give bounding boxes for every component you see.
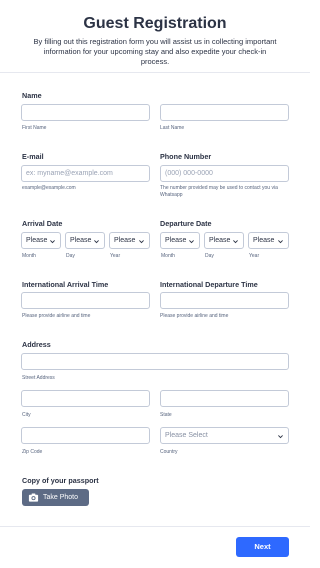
address-label: Address	[22, 340, 51, 349]
departure-year-select[interactable]: Please	[248, 232, 289, 249]
phone-placeholder: (000) 000-0000	[165, 170, 213, 177]
departure-date-label: Departure Date	[160, 219, 212, 228]
chevron-down-icon	[94, 240, 99, 244]
country-select[interactable]: Please Select	[160, 427, 289, 444]
phone-input[interactable]: (000) 000-0000	[160, 165, 289, 182]
passport-label: Copy of your passport	[22, 476, 99, 485]
city-sublabel: City	[22, 412, 31, 418]
arrival-time-input[interactable]	[21, 292, 150, 309]
chevron-down-icon	[50, 240, 55, 244]
chevron-down-icon	[189, 240, 194, 244]
departure-month-sublabel: Month	[161, 253, 175, 259]
take-photo-button[interactable]: Take Photo	[22, 489, 89, 506]
form-subtitle: By filling out this registration form yo…	[33, 37, 277, 66]
departure-year-sublabel: Year	[249, 253, 260, 259]
zip-code-input[interactable]	[21, 427, 150, 444]
arrival-day-sublabel: Day	[66, 253, 75, 259]
country-sublabel: Country	[160, 449, 178, 455]
arrival-day-value: Please	[70, 237, 92, 244]
departure-month-value: Please	[165, 237, 187, 244]
departure-day-value: Please	[209, 237, 231, 244]
arrival-year-select[interactable]: Please	[109, 232, 150, 249]
departure-time-sublabel: Please provide airline and time	[160, 313, 229, 319]
first-name-sublabel: First Name	[22, 125, 47, 131]
email-label: E-mail	[22, 152, 44, 161]
country-placeholder: Please Select	[165, 432, 208, 439]
state-sublabel: State	[160, 412, 172, 418]
next-button[interactable]: Next	[236, 537, 289, 557]
chevron-down-icon	[233, 240, 238, 244]
zip-code-sublabel: Zip Code	[22, 449, 43, 455]
last-name-input[interactable]	[160, 104, 289, 121]
departure-day-sublabel: Day	[205, 253, 214, 259]
arrival-date-label: Arrival Date	[22, 219, 63, 228]
first-name-input[interactable]	[21, 104, 150, 121]
departure-month-select[interactable]: Please	[160, 232, 200, 249]
departure-time-input[interactable]	[160, 292, 289, 309]
arrival-time-sublabel: Please provide airline and time	[22, 313, 91, 319]
email-sublabel: example@example.com	[22, 185, 76, 191]
footer-divider	[0, 526, 310, 527]
departure-time-label: International Departure Time	[160, 280, 258, 289]
arrival-month-value: Please	[26, 237, 48, 244]
form-title: Guest Registration	[83, 15, 227, 32]
last-name-sublabel: Last Name	[160, 125, 185, 131]
chevron-down-icon	[139, 240, 144, 244]
name-label: Name	[22, 91, 42, 100]
arrival-year-sublabel: Year	[110, 253, 121, 259]
state-input[interactable]	[160, 390, 289, 407]
arrival-month-select[interactable]: Please	[21, 232, 61, 249]
camera-icon	[28, 493, 39, 502]
email-input[interactable]: ex: myname@example.com	[21, 165, 150, 182]
take-photo-label: Take Photo	[43, 493, 79, 501]
arrival-day-select[interactable]: Please	[65, 232, 105, 249]
departure-day-select[interactable]: Please	[204, 232, 244, 249]
phone-sublabel: The number provided may be used to conta…	[160, 185, 278, 198]
street-address-input[interactable]	[21, 353, 289, 370]
arrival-year-value: Please	[114, 237, 136, 244]
form-header: Guest Registration By filling out this r…	[0, 0, 310, 73]
street-address-sublabel: Street Address	[22, 375, 55, 381]
phone-label: Phone Number	[160, 152, 212, 161]
arrival-time-label: International Arrival Time	[22, 280, 109, 289]
city-input[interactable]	[21, 390, 150, 407]
email-placeholder: ex: myname@example.com	[26, 170, 113, 177]
arrival-month-sublabel: Month	[22, 253, 36, 259]
departure-year-value: Please	[253, 237, 275, 244]
chevron-down-icon	[278, 240, 283, 244]
chevron-down-icon	[278, 435, 283, 439]
